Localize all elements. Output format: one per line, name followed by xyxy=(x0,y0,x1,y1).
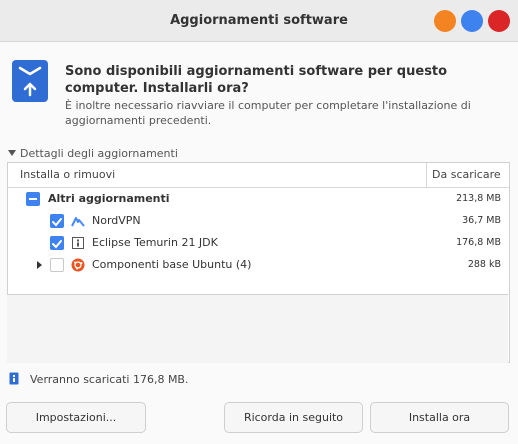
details-expander[interactable]: Dettagli degli aggiornamenti xyxy=(8,147,178,160)
title-bar: Aggiornamenti software xyxy=(0,0,518,42)
download-status: Verranno scaricati 176,8 MB. xyxy=(30,373,189,386)
group-size: 213,8 MB xyxy=(456,193,501,204)
row-size: 288 kB xyxy=(467,259,501,270)
table-header: Installa o rimuovi Da scaricare xyxy=(8,163,509,188)
column-divider xyxy=(426,163,427,187)
row-checkbox[interactable] xyxy=(50,258,64,272)
row-checkbox[interactable] xyxy=(50,236,64,250)
column-header-install[interactable]: Installa o rimuovi xyxy=(20,168,115,181)
row-size: 176,8 MB xyxy=(456,237,501,248)
remind-later-button[interactable]: Ricorda in seguito xyxy=(224,402,363,433)
restart-notice: È inoltre necessario riavviare il comput… xyxy=(65,99,471,127)
close-button[interactable] xyxy=(488,10,510,32)
download-info-icon xyxy=(9,372,19,385)
minimize-button[interactable] xyxy=(434,10,456,32)
expand-arrow-icon[interactable] xyxy=(37,261,42,269)
nordvpn-icon xyxy=(71,217,85,227)
table-row[interactable]: Componenti base Ubuntu (4) 288 kB xyxy=(8,254,509,276)
software-updater-icon xyxy=(12,60,48,102)
row-size: 36,7 MB xyxy=(462,215,501,226)
row-label: NordVPN xyxy=(92,214,141,227)
row-label: Eclipse Temurin 21 JDK xyxy=(92,236,218,249)
description-pane xyxy=(7,294,508,363)
row-label: Componenti base Ubuntu (4) xyxy=(92,258,252,271)
row-checkbox[interactable] xyxy=(50,214,64,228)
group-label: Altri aggiornamenti xyxy=(48,192,170,205)
install-now-button[interactable]: Installa ora xyxy=(370,402,509,433)
maximize-button[interactable] xyxy=(461,10,483,32)
details-label: Dettagli degli aggiornamenti xyxy=(20,147,178,160)
table-row[interactable]: NordVPN 36,7 MB xyxy=(8,210,509,232)
group-checkbox[interactable] xyxy=(26,192,40,206)
settings-button[interactable]: Impostazioni... xyxy=(6,402,146,433)
table-row-group[interactable]: Altri aggiornamenti 213,8 MB xyxy=(8,188,509,210)
table-row[interactable]: Eclipse Temurin 21 JDK 176,8 MB xyxy=(8,232,509,254)
column-header-download[interactable]: Da scaricare xyxy=(432,168,501,181)
update-heading: Sono disponibili aggiornamenti software … xyxy=(65,64,448,96)
package-icon xyxy=(72,237,84,249)
triangle-down-icon xyxy=(8,150,16,156)
ubuntu-icon xyxy=(71,258,85,272)
